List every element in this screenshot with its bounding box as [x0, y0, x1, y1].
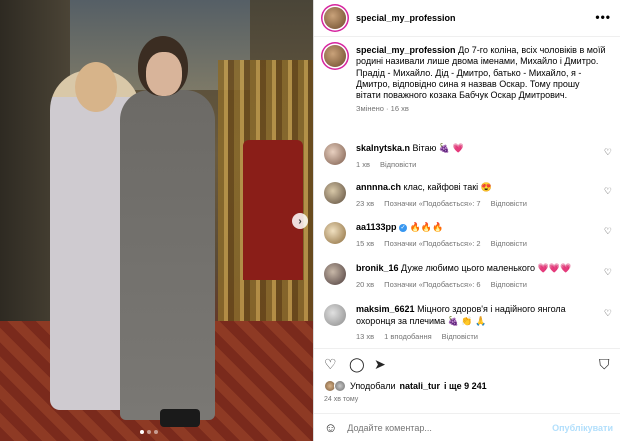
comment-username[interactable]: aa1133pp — [356, 222, 397, 232]
more-horizontal-icon[interactable]: ••• — [595, 10, 611, 24]
heart-icon[interactable]: ♡ — [604, 147, 612, 158]
comment-likes[interactable]: Позначки «Подобається»: 2 — [384, 239, 480, 248]
comment-time[interactable]: 15 хв — [356, 239, 374, 248]
comment-text: 🔥🔥🔥 — [409, 222, 444, 232]
post-timestamp[interactable]: 24 хв тому — [324, 396, 358, 403]
caption-username[interactable]: special_my_profession — [356, 45, 456, 55]
photo-person — [120, 90, 215, 420]
comment-username[interactable]: annnna.ch — [356, 182, 401, 192]
reply-button[interactable]: Відповісти — [380, 160, 416, 169]
reply-button[interactable]: Відповісти — [442, 332, 478, 341]
commenter-avatar[interactable] — [324, 222, 346, 244]
commenter-avatar[interactable] — [324, 143, 346, 165]
photo-background — [243, 140, 303, 280]
photo-person — [146, 52, 182, 96]
comment-item: bronik_16 Дуже любимо цього маленького 💗… — [324, 263, 614, 289]
comment-text: клас, кайфові такі 😍 — [403, 182, 492, 192]
add-comment-bar: ☺ Опублікувати — [314, 413, 620, 441]
action-bar: ♡ ◯ ➤ ⛉ — [314, 348, 620, 378]
heart-icon[interactable]: ♡ — [604, 267, 612, 278]
comment-input[interactable] — [347, 422, 548, 433]
comment-item: skalnytska.n Вітаю 🍇 💗 1 хв Відповісти ♡ — [324, 143, 614, 169]
likes-prefix: Уподобали — [350, 381, 396, 391]
reply-button[interactable]: Відповісти — [491, 199, 527, 208]
author-avatar[interactable] — [324, 7, 346, 29]
comment-time[interactable]: 20 хв — [356, 280, 374, 289]
likes-summary: Уподобали natali_tur і ще 9 241 — [324, 380, 487, 392]
comment-username[interactable]: bronik_16 — [356, 263, 399, 273]
caption-meta: Змінено · 16 хв — [356, 104, 409, 114]
likes-count[interactable]: і ще 9 241 — [444, 381, 487, 391]
heart-icon[interactable]: ♡ — [604, 308, 612, 319]
comment-username[interactable]: maksim_6621 — [356, 304, 415, 314]
send-icon[interactable]: ➤ — [374, 356, 386, 373]
caption-avatar[interactable] — [324, 45, 346, 67]
liker-avatar — [334, 380, 346, 392]
commenter-avatar[interactable] — [324, 304, 346, 326]
author-username[interactable]: special_my_profession — [356, 13, 456, 23]
comment-time[interactable]: 13 хв — [356, 332, 374, 341]
carousel-dot — [140, 430, 144, 434]
post-header: special_my_profession ••• — [314, 0, 620, 37]
carousel-dot — [147, 430, 151, 434]
likes-user[interactable]: natali_tur — [399, 381, 440, 391]
commenter-avatar[interactable] — [324, 263, 346, 285]
bookmark-icon[interactable]: ⛉ — [599, 356, 610, 373]
comment-likes[interactable]: Позначки «Подобається»: 6 — [384, 280, 480, 289]
comment-text: Вітаю 🍇 💗 — [412, 143, 464, 153]
photo-person — [75, 62, 117, 112]
post-caption: special_my_profession До 7-го коліна, вс… — [324, 45, 614, 115]
comment-likes[interactable]: Позначки «Подобається»: 7 — [384, 199, 480, 208]
reply-button[interactable]: Відповісти — [491, 239, 527, 248]
comment-time[interactable]: 1 хв — [356, 160, 370, 169]
post-side-panel: special_my_profession ••• special_my_pro… — [313, 0, 620, 441]
reply-button[interactable]: Відповісти — [491, 280, 527, 289]
comment-text: Дуже любимо цього маленького 💗💗💗 — [401, 263, 572, 273]
commenter-avatar[interactable] — [324, 182, 346, 204]
verified-badge-icon: ✓ — [399, 223, 408, 232]
photo-person — [160, 409, 200, 427]
comment-icon[interactable]: ◯ — [349, 356, 365, 373]
carousel-dot — [154, 430, 158, 434]
comment-item: maksim_6621 Міцного здоров'я і надійного… — [324, 304, 614, 341]
heart-icon[interactable]: ♡ — [604, 186, 612, 197]
carousel-indicator — [140, 430, 158, 434]
next-slide-button[interactable]: › — [292, 213, 308, 229]
chevron-right-icon: › — [298, 215, 302, 227]
heart-icon[interactable]: ♡ — [604, 226, 612, 237]
post-photo[interactable]: › — [0, 0, 313, 441]
comment-item: annnna.ch клас, кайфові такі 😍 23 хв Позн… — [324, 182, 614, 208]
comment-time[interactable]: 23 хв — [356, 199, 374, 208]
smile-icon[interactable]: ☺ — [324, 420, 337, 435]
comment-username[interactable]: skalnytska.n — [356, 143, 410, 153]
post-comment-button[interactable]: Опублікувати — [552, 423, 613, 433]
comment-item: aa1133pp ✓ 🔥🔥🔥 15 хв Позначки «Подобаєтьс… — [324, 222, 614, 248]
comment-likes[interactable]: 1 вподобання — [384, 332, 432, 341]
heart-icon[interactable]: ♡ — [324, 356, 337, 373]
